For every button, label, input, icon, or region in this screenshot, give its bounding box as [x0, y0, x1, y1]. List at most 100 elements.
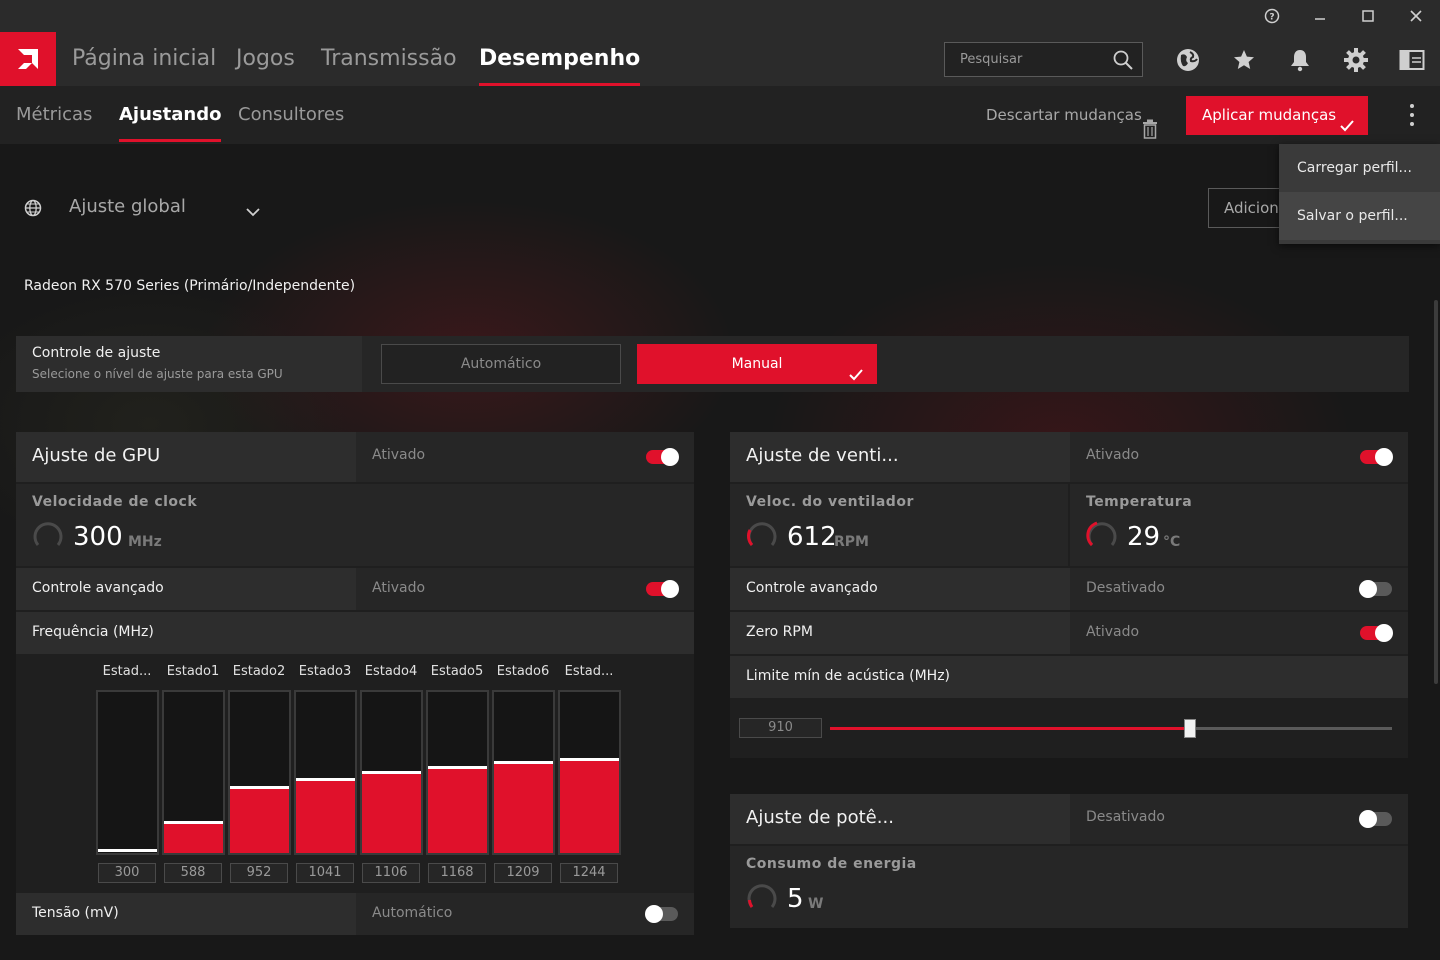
acoustic-limit-input[interactable]: 910 [739, 718, 822, 738]
temperature-unit: °C [1163, 534, 1181, 550]
state-value-input[interactable]: 1244 [560, 863, 618, 883]
gpu-advanced-toggle[interactable] [646, 580, 679, 598]
search-input[interactable]: Pesquisar [944, 42, 1143, 77]
state-bar[interactable] [228, 690, 291, 855]
help-circle-icon[interactable]: ? [1248, 0, 1296, 32]
close-icon[interactable] [1392, 0, 1440, 32]
power-gauge-icon [747, 884, 777, 908]
minimize-icon[interactable] [1296, 0, 1344, 32]
state-bar[interactable] [558, 690, 621, 855]
menu-item-save-profile[interactable]: Salvar o perfil... [1279, 192, 1440, 240]
clock-speed-row: Velocidade de clock 300 MHz [16, 484, 694, 566]
temperature-value: 29 [1127, 522, 1161, 552]
power-tuning-status: Desativado [1086, 809, 1165, 825]
checkmark-icon [849, 357, 863, 397]
globe-icon[interactable] [1174, 46, 1202, 74]
voltage-toggle[interactable] [645, 905, 678, 923]
state-bar-handle[interactable] [98, 849, 157, 852]
discard-changes-button[interactable]: Descartar mudanças [986, 86, 1157, 144]
acoustic-limit-slider-track[interactable] [830, 727, 1392, 730]
zero-rpm-status-cell: Ativado [1070, 612, 1408, 654]
manual-button[interactable]: Manual [637, 344, 877, 384]
fan-advanced-status: Desativado [1086, 580, 1165, 596]
state-bar[interactable] [294, 690, 357, 855]
page-scrollbar[interactable] [1434, 300, 1438, 684]
gear-icon[interactable] [1342, 46, 1370, 74]
state-label: Estado5 [430, 664, 484, 679]
state-label: Estado3 [298, 664, 352, 679]
voltage-status: Automático [372, 905, 453, 921]
state-label: Estad... [564, 664, 614, 679]
fan-advanced-toggle[interactable] [1359, 580, 1392, 598]
state-value-input[interactable]: 300 [98, 863, 156, 883]
tab-advisors[interactable]: Consultores [238, 86, 344, 144]
state-bar-handle[interactable] [494, 761, 553, 764]
title-bar: ? [0, 0, 1440, 32]
state-bar-fill [560, 761, 619, 853]
state-bar[interactable] [162, 690, 225, 855]
trash-icon [1142, 105, 1158, 163]
gpu-advanced-status: Ativado [372, 580, 426, 596]
power-tuning-toggle[interactable] [1359, 810, 1392, 828]
state-bar[interactable] [492, 690, 555, 855]
nav-streaming[interactable]: Transmissão [321, 32, 457, 86]
state-bar-handle[interactable] [230, 786, 289, 789]
temperature-title: Temperatura [1086, 494, 1193, 510]
gpu-tuning-header: Ajuste de GPU Ativado [16, 432, 694, 482]
sidebar-panel-icon[interactable] [1398, 46, 1426, 74]
state-bar[interactable] [426, 690, 489, 855]
nav-home[interactable]: Página inicial [72, 32, 216, 86]
state-bar-handle[interactable] [362, 771, 421, 774]
state-value-input[interactable]: 588 [164, 863, 222, 883]
fan-tuning-panel: Ajuste de venti... Ativado Veloc. do ven… [730, 432, 1408, 758]
clock-speed-value: 300 [73, 522, 123, 552]
more-options-icon[interactable] [1400, 104, 1424, 126]
nav-performance[interactable]: Desempenho [479, 32, 641, 86]
state-bar-handle[interactable] [428, 766, 487, 769]
nav-games[interactable]: Jogos [236, 32, 295, 86]
automatic-button[interactable]: Automático [381, 344, 621, 384]
apply-changes-button[interactable]: Aplicar mudanças [1186, 96, 1368, 135]
state-bar-handle[interactable] [296, 778, 355, 781]
state-bar-handle[interactable] [560, 758, 619, 761]
state-bar-fill [494, 764, 553, 853]
acoustic-limit-row: Limite mín de acústica (MHz) [730, 656, 1408, 698]
power-consumption-row: Consumo de energia 5 W [730, 846, 1408, 928]
star-icon[interactable] [1230, 46, 1258, 74]
bell-icon[interactable] [1286, 46, 1314, 74]
power-consumption-title: Consumo de energia [746, 856, 917, 872]
zero-rpm-toggle[interactable] [1360, 624, 1393, 642]
maximize-icon[interactable] [1344, 0, 1392, 32]
state-label: Estado1 [166, 664, 220, 679]
state-value-input[interactable]: 1041 [296, 863, 354, 883]
fan-metrics-row: Veloc. do ventilador 612 RPM Temperatura… [730, 484, 1408, 566]
state-bar-fill [164, 824, 223, 853]
state-bar-fill [296, 781, 355, 853]
gpu-tuning-status: Ativado [372, 447, 426, 463]
tab-metrics[interactable]: Métricas [16, 86, 92, 144]
search-icon[interactable] [1112, 49, 1134, 75]
state-value-input[interactable]: 1209 [494, 863, 552, 883]
gpu-tuning-toggle[interactable] [646, 448, 679, 466]
amd-logo-icon[interactable] [0, 32, 56, 86]
fan-advanced-control-row: Controle avançado Desativado [730, 568, 1408, 610]
power-tuning-status-cell: Desativado [1070, 794, 1408, 844]
state-value-input[interactable]: 1106 [362, 863, 420, 883]
zero-rpm-row: Zero RPM Ativado [730, 612, 1408, 654]
state-value-input[interactable]: 1168 [428, 863, 486, 883]
acoustic-limit-slider-fill [830, 727, 1190, 730]
state-bar-handle[interactable] [164, 821, 223, 824]
state-value-input[interactable]: 952 [230, 863, 288, 883]
gpu-tuning-title: Ajuste de GPU [32, 445, 161, 466]
fan-advanced-control-label: Controle avançado [746, 580, 878, 596]
state-bar[interactable] [96, 690, 159, 855]
metric-divider [1068, 484, 1070, 566]
state-bar[interactable] [360, 690, 423, 855]
tab-tuning[interactable]: Ajustando [119, 86, 222, 144]
zero-rpm-label: Zero RPM [746, 624, 813, 640]
fan-tuning-toggle[interactable] [1360, 448, 1393, 466]
state-bar-fill [230, 789, 289, 853]
acoustic-limit-slider-thumb[interactable] [1184, 719, 1196, 738]
acoustic-limit-label: Limite mín de acústica (MHz) [746, 668, 950, 684]
menu-item-load-profile[interactable]: Carregar perfil... [1279, 144, 1440, 192]
